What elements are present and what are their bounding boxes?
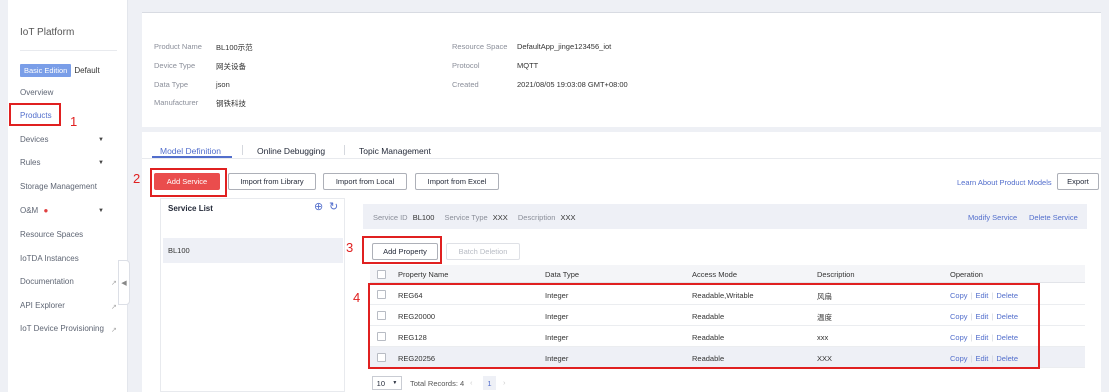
import-from-library-button[interactable]: Import from Library [228,173,316,190]
tabs-baseline [142,158,1101,159]
new-dot-icon: ● [43,206,49,215]
sidebar-item-storage[interactable]: Storage Management [20,182,97,191]
learn-product-models-link[interactable]: Learn About Product Models [957,178,1052,187]
external-link-icon: ↗ [111,304,117,311]
chevron-down-icon: ▼ [98,160,104,166]
description-value: XXX [560,213,576,222]
info-value-data-type: json [216,80,230,89]
product-info-panel [142,12,1101,127]
step-label-4: 4 [353,290,361,305]
next-page-icon[interactable]: › [503,378,506,387]
sidebar-item-rules[interactable]: Rules [20,158,40,167]
panel-top-border [142,12,1101,13]
column-header-property-name: Property Name [398,270,449,279]
plus-circle-icon[interactable]: ⊕ [314,200,323,213]
chevron-down-icon: ▼ [98,208,104,214]
service-header-info: Service ID BL100 Service Type XXX Descri… [373,213,576,222]
column-header-access-mode: Access Mode [692,270,738,279]
page-size-value: 10 [376,378,386,388]
info-label-resource-space: Resource Space [452,42,508,51]
service-id-value: BL100 [412,213,435,222]
sidebar-divider [20,50,117,51]
sidebar-item-om-label: O&M [20,206,39,215]
sidebar-item-documentation[interactable]: Documentation [20,277,74,286]
tab-divider [344,145,345,155]
step-label-2: 2 [133,171,141,186]
info-value-created: 2021/08/05 19:03:08 GMT+08:00 [517,80,628,89]
info-label-product-name: Product Name [154,42,202,51]
column-header-operation: Operation [950,270,983,279]
edition-selector[interactable]: Basic Edition Default [20,64,100,77]
service-list-panel [160,198,345,392]
tab-online-debugging[interactable]: Online Debugging [257,146,325,156]
info-label-created: Created [452,80,479,89]
service-id-label: Service ID [373,213,408,222]
delete-service-link[interactable]: Delete Service [1029,213,1078,222]
info-value-resource-space: DefaultApp_jinge123456_iot [517,42,612,51]
page-number-current[interactable]: 1 [483,376,496,390]
service-list-item-label: BL100 [168,246,190,255]
import-from-excel-button[interactable]: Import from Excel [415,173,499,190]
edition-badge: Basic Edition [20,64,72,77]
annotation-box-products [9,103,61,126]
info-label-manufacturer: Manufacturer [154,98,199,107]
annotation-box-properties [368,283,1040,369]
platform-title: IoT Platform [20,27,75,38]
info-label-device-type: Device Type [154,61,196,70]
tab-topic-management[interactable]: Topic Management [359,146,431,156]
service-list-item[interactable] [163,238,343,263]
page-size-select[interactable]: 10 ▼ [372,376,402,390]
sidebar-item-device-provisioning[interactable]: IoT Device Provisioning [20,324,104,333]
info-value-protocol: MQTT [517,61,539,70]
column-header-data-type: Data Type [545,270,580,279]
service-type-label: Service Type [444,213,488,222]
tab-divider [242,145,243,155]
step-label-3: 3 [346,240,354,255]
tab-model-definition[interactable]: Model Definition [160,146,221,156]
info-value-device-type: 网关设备 [216,62,246,71]
sidebar-item-resource-spaces[interactable]: Resource Spaces [20,230,83,239]
chevron-down-icon: ▼ [392,380,398,386]
chevron-down-icon: ▼ [98,137,104,143]
collapse-sidebar-button[interactable]: ◀ [118,260,130,305]
batch-deletion-button[interactable]: Batch Deletion [446,243,520,260]
info-label-data-type: Data Type [154,80,189,89]
column-header-description: Description [817,270,855,279]
sidebar-item-om[interactable]: O&M ● [20,206,48,215]
service-list-title: Service List [168,204,213,213]
annotation-box-add-service [150,168,227,197]
chevron-left-icon: ◀ [121,279,127,287]
sidebar-item-devices[interactable]: Devices [20,135,48,144]
external-link-icon: ↗ [111,280,117,287]
description-label: Description [517,213,556,222]
modify-service-link[interactable]: Modify Service [968,213,1017,222]
sidebar-item-overview[interactable]: Overview [20,88,53,97]
active-tab-indicator [152,156,232,158]
total-records: Total Records: 4 [410,379,465,388]
edition-name: Default [74,66,100,75]
external-link-icon: ↗ [111,327,117,334]
sidebar-item-api-explorer[interactable]: API Explorer [20,301,65,310]
service-type-value: XXX [492,213,508,222]
import-from-local-button[interactable]: Import from Local [323,173,407,190]
select-all-checkbox[interactable] [377,270,386,279]
info-value-manufacturer: 钢铁科技 [216,99,246,108]
annotation-box-add-property [362,236,442,264]
step-label-1: 1 [70,114,78,129]
info-value-product-name: BL100示范 [216,43,253,52]
info-label-protocol: Protocol [452,61,480,70]
refresh-icon[interactable]: ↻ [329,200,338,213]
prev-page-icon[interactable]: ‹ [470,378,473,387]
sidebar-item-iotda-instances[interactable]: IoTDA Instances [20,254,79,263]
sidebar: IoT Platform Basic Edition Default Overv… [8,0,128,392]
export-button[interactable]: Export [1057,173,1099,190]
